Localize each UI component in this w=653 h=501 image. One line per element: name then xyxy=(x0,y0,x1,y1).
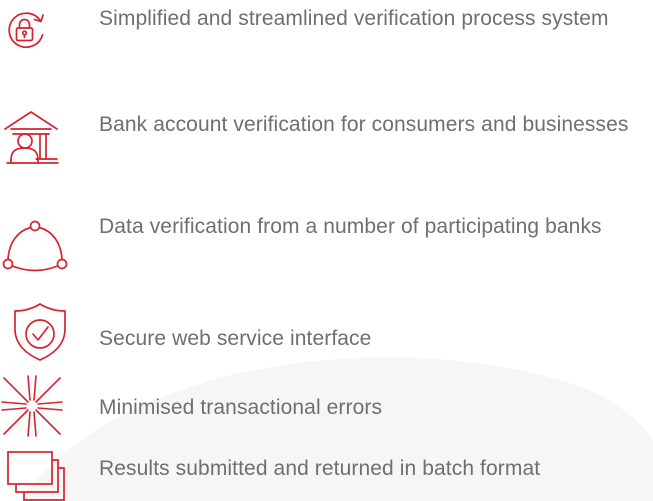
shield-check-icon xyxy=(12,302,68,362)
feature-item-minimised-errors: Minimised transactional errors xyxy=(0,374,653,438)
feature-text: Minimised transactional errors xyxy=(99,396,383,419)
feature-text: Data verification from a number of parti… xyxy=(99,215,602,238)
feature-item-bank-verification: Bank account verification for consumers … xyxy=(0,110,653,174)
feature-text: Simplified and streamlined verification … xyxy=(99,7,609,30)
feature-text: Results submitted and returned in batch … xyxy=(99,457,541,480)
feature-item-data-verification: Data verification from a number of parti… xyxy=(0,212,653,276)
feature-item-simplified-process: Simplified and streamlined verification … xyxy=(0,2,653,64)
feature-item-batch-format: Results submitted and returned in batch … xyxy=(0,446,653,501)
feature-item-secure-interface: Secure web service interface xyxy=(0,300,653,364)
feature-text: Secure web service interface xyxy=(99,327,372,350)
bank-user-icon xyxy=(2,110,60,168)
network-cycle-icon xyxy=(2,220,68,276)
feature-text: Bank account verification for consumers … xyxy=(99,113,629,136)
feature-list: Simplified and streamlined verification … xyxy=(0,0,653,501)
stacked-documents-icon xyxy=(6,450,70,501)
starburst-icon xyxy=(0,374,64,438)
lock-refresh-icon xyxy=(4,8,48,52)
